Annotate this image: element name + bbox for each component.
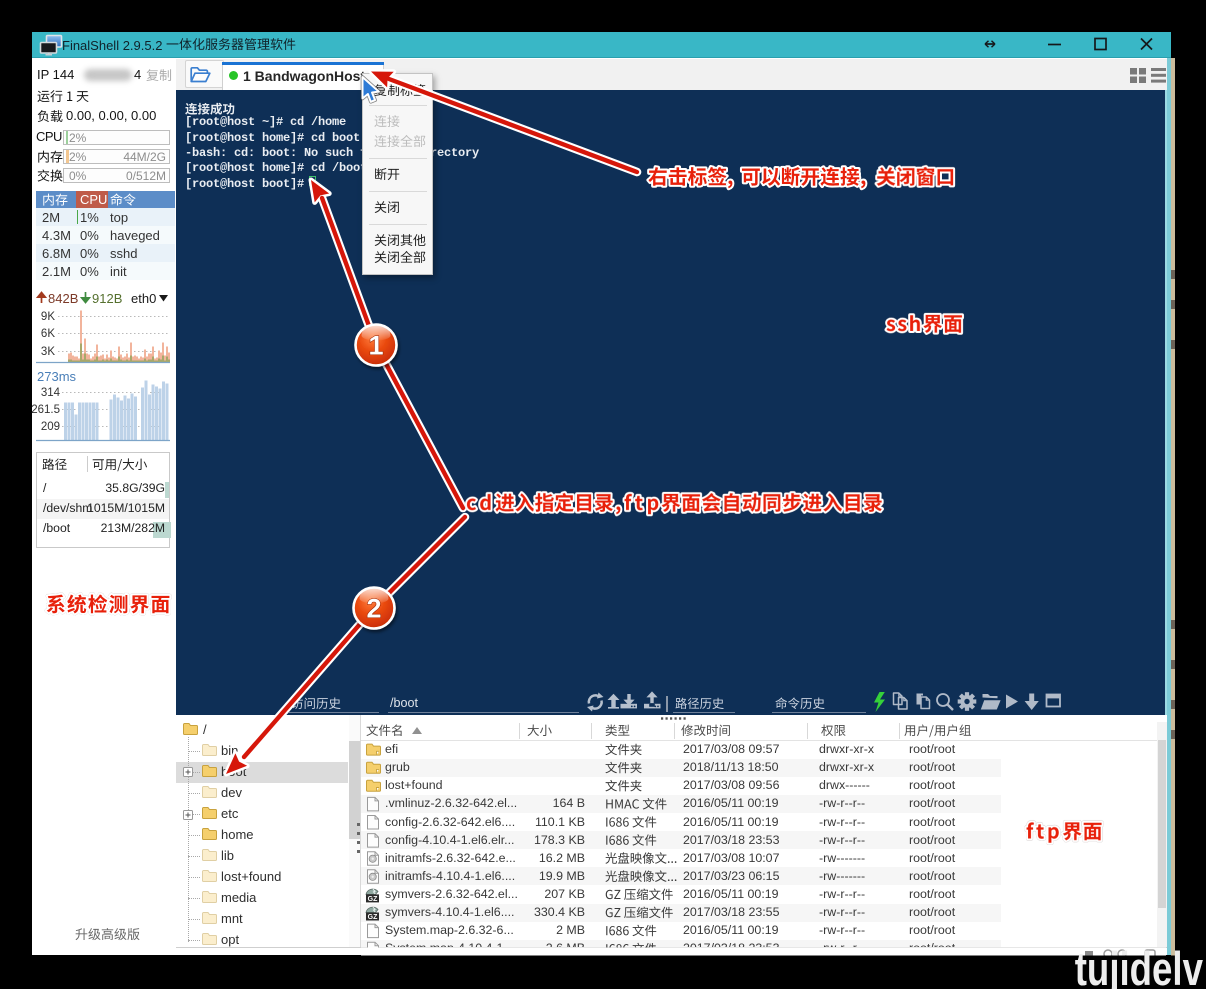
svg-text:3K: 3K — [41, 346, 55, 358]
svg-text:9K: 9K — [41, 311, 55, 323]
svg-text:1: 1 — [368, 331, 383, 361]
svg-text:6K: 6K — [41, 328, 55, 340]
svg-text:GZ: GZ — [368, 896, 378, 903]
svg-text:261.5: 261.5 — [31, 404, 60, 416]
svg-text:314: 314 — [41, 387, 61, 399]
svg-text:209: 209 — [41, 421, 60, 433]
svg-text:2: 2 — [366, 594, 381, 624]
svg-text:GZ: GZ — [368, 914, 378, 921]
svg-text:tujidelv: tujidelv — [1075, 943, 1204, 989]
